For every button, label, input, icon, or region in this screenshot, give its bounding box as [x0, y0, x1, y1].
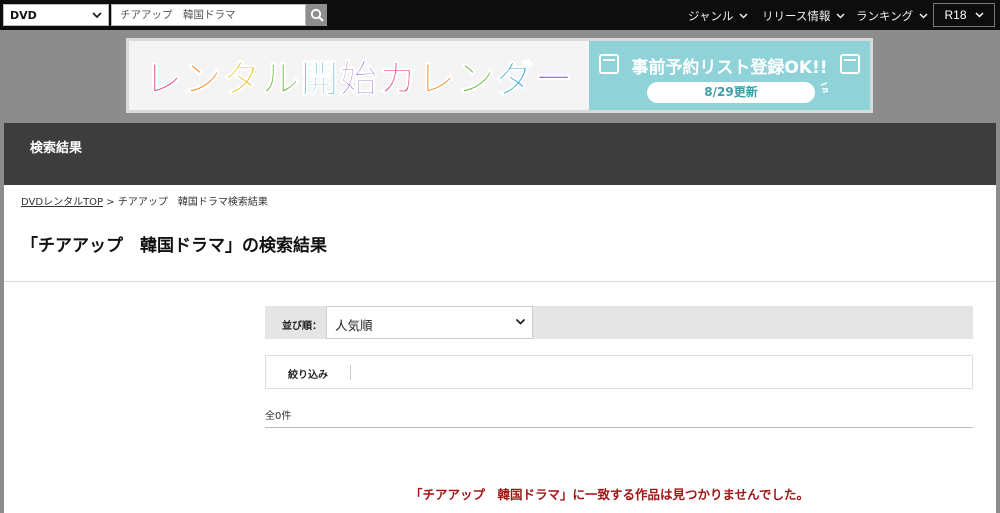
filter-bar: 絞り込み [265, 355, 973, 389]
breadcrumb: DVDレンタルTOP > チアアップ 韓国ドラマ検索結果 [21, 193, 268, 208]
nav-genre[interactable]: ジャンル [688, 8, 748, 24]
breadcrumb-home-link[interactable]: DVDレンタルTOP [21, 197, 103, 208]
sort-bar: 並び順： 人気順 [265, 306, 973, 339]
top-bar: DVD チアアップ 韓国ドラマ ジャンル リリース情報 ランキング R18 [0, 0, 1000, 30]
nav-release-info-label: リリース情報 [762, 9, 831, 23]
main-content: DVDレンタルTOP > チアアップ 韓国ドラマ検索結果 「チアアップ 韓国ドラ… [4, 185, 996, 513]
chevron-down-icon [739, 13, 748, 19]
breadcrumb-separator: > [103, 197, 118, 208]
sort-select-value: 人気順 [335, 318, 373, 333]
banner-update-date: 8/29更新 [647, 82, 815, 103]
section-header: 検索結果 [4, 123, 996, 185]
filter-separator [350, 365, 351, 380]
nav-ranking[interactable]: ランキング [856, 8, 928, 24]
chevron-down-icon [515, 318, 526, 325]
chevron-down-icon [836, 13, 845, 19]
search-icon [310, 8, 324, 22]
sort-label: 並び順： [282, 321, 322, 332]
filter-toggle[interactable]: 絞り込み [288, 366, 328, 381]
nav-genre-label: ジャンル [688, 9, 734, 23]
calendar-icon [840, 54, 860, 74]
banner-title-area: レンタル開始カレンダー [129, 41, 589, 110]
banner-title: レンタル開始カレンダー [144, 57, 574, 102]
category-select-value: DVD [10, 9, 37, 22]
nav-ranking-label: ランキング [856, 9, 914, 23]
divider [265, 427, 973, 428]
chevron-down-icon [92, 12, 102, 19]
sort-select[interactable]: 人気順 [326, 306, 533, 339]
banner-promo-text: 事前予約リスト登録OK!! [631, 58, 828, 78]
no-result-message: 「チアアップ 韓国ドラマ」に一致する作品は見つかりませんでした。 [410, 487, 810, 502]
nav-release-info[interactable]: リリース情報 [762, 8, 845, 24]
r18-label: R18 [944, 8, 967, 22]
category-select[interactable]: DVD [3, 4, 109, 26]
chevron-down-icon [974, 12, 984, 18]
page-title: 「チアアップ 韓国ドラマ」の検索結果 [21, 236, 327, 256]
divider [4, 281, 996, 282]
search-input[interactable]: チアアップ 韓国ドラマ [111, 4, 306, 26]
result-count: 全0件 [265, 411, 292, 422]
banner-promo-area: 事前予約リスト登録OK!! 8/29更新 [589, 41, 870, 110]
sparkle-icon [820, 82, 829, 93]
r18-dropdown[interactable]: R18 [933, 3, 995, 27]
rental-calendar-banner[interactable]: レンタル開始カレンダー 事前予約リスト登録OK!! 8/29更新 [126, 38, 873, 113]
breadcrumb-current: チアアップ 韓国ドラマ検索結果 [117, 197, 268, 208]
chevron-down-icon [919, 13, 928, 19]
search-button[interactable] [306, 4, 327, 26]
section-title: 検索結果 [30, 141, 83, 156]
